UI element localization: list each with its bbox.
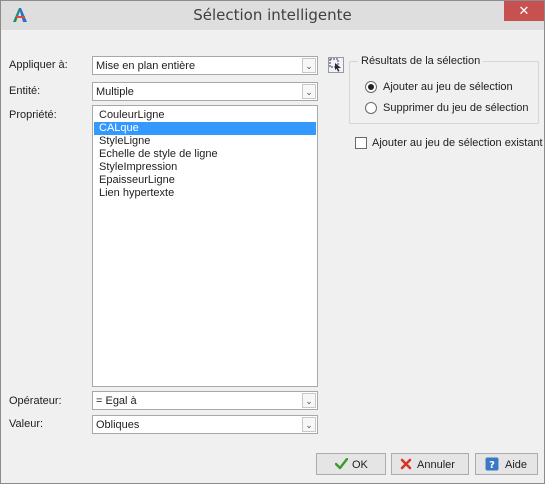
list-item[interactable]: CouleurLigne [94,109,316,122]
entity-value: Multiple [96,86,134,98]
help-icon: ? [485,457,499,471]
value-label: Valeur: [9,418,44,430]
list-item[interactable]: EpaisseurLigne [94,174,316,187]
close-button[interactable]: ✕ [504,1,544,21]
select-objects-button[interactable] [328,57,344,73]
chevron-down-icon: ⌄ [302,58,316,73]
include-label[interactable]: Ajouter au jeu de sélection [383,81,513,93]
cancel-button[interactable]: Annuler [391,453,469,475]
property-label: Propriété: [9,109,57,121]
svg-text:?: ? [489,460,495,471]
apply-to-value: Mise en plan entière [96,60,196,72]
selection-results-title: Résultats de la sélection [358,55,484,67]
apply-to-dropdown[interactable]: Mise en plan entière ⌄ [92,56,318,75]
value-dropdown[interactable]: Obliques ⌄ [92,415,318,434]
cancel-label: Annuler [417,459,455,471]
x-icon [400,458,412,470]
ok-label: OK [352,459,368,471]
operator-dropdown[interactable]: = Egal à ⌄ [92,391,318,410]
help-label: Aide [505,459,528,471]
ok-button[interactable]: OK [316,453,386,475]
operator-value: = Egal à [96,395,137,407]
list-item-selected[interactable]: CALque [94,122,316,135]
include-radio[interactable] [365,81,377,93]
title-bar: Sélection intelligente ✕ [1,1,544,30]
exclude-radio[interactable] [365,102,377,114]
chevron-down-icon: ⌄ [302,393,316,408]
chevron-down-icon: ⌄ [302,417,316,432]
entity-label: Entité: [9,85,41,97]
check-icon [335,458,348,470]
chevron-down-icon: ⌄ [302,84,316,99]
append-label[interactable]: Ajouter au jeu de sélection existant [372,137,543,149]
select-objects-icon [329,58,341,72]
operator-label: Opérateur: [9,395,62,407]
list-item[interactable]: Echelle de style de ligne [94,148,316,161]
list-item[interactable]: StyleImpression [94,161,316,174]
entity-dropdown[interactable]: Multiple ⌄ [92,82,318,101]
close-icon: ✕ [518,3,530,18]
value-value: Obliques [96,419,140,431]
append-checkbox[interactable] [355,137,367,149]
help-button[interactable]: ? Aide [475,453,538,475]
apply-to-label: Appliquer à: [9,59,68,71]
window-title: Sélection intelligente [193,6,352,24]
property-listbox[interactable]: CouleurLigne CALque StyleLigne Echelle d… [92,105,318,387]
quick-select-dialog: Sélection intelligente ✕ Appliquer à: Mi… [0,0,545,484]
list-item[interactable]: Lien hypertexte [94,187,316,200]
exclude-label[interactable]: Supprimer du jeu de sélection [383,102,529,114]
list-item[interactable]: StyleLigne [94,135,316,148]
